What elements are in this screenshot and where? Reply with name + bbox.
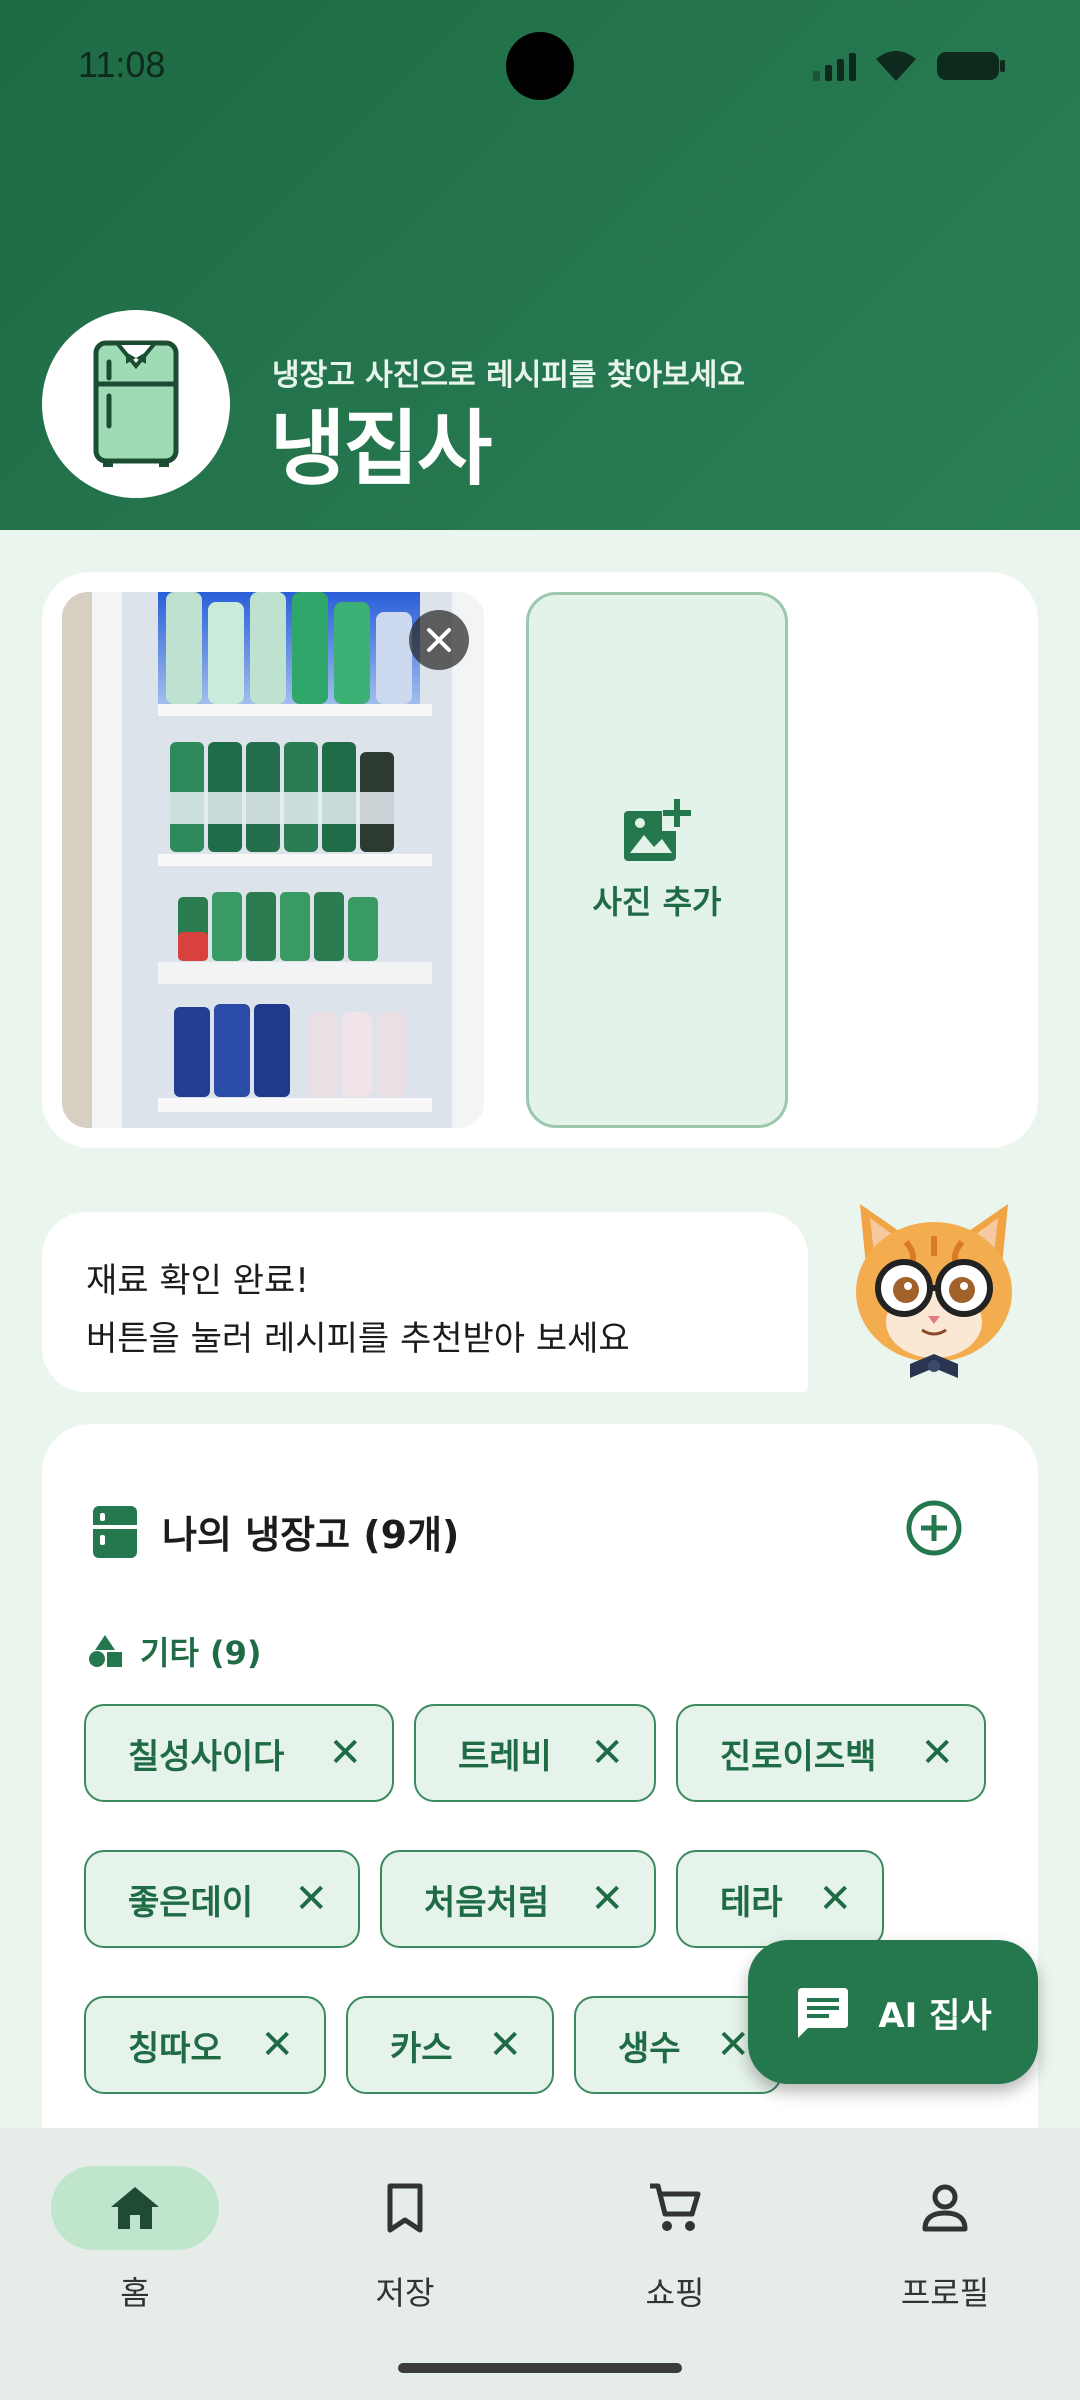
close-icon[interactable]: ✕ [488,2025,522,2065]
add-photo-button[interactable]: 사진 추가 [526,592,788,1128]
close-icon[interactable]: ✕ [328,1733,362,1773]
close-icon[interactable]: ✕ [590,1733,624,1773]
nav-icon-wrap [591,2166,759,2250]
ingredient-label: 칠성사이다 [128,1736,285,1777]
ai-butler-button[interactable]: AI 집사 [748,1940,1038,2084]
ingredient-label: 칭따오 [128,2028,222,2069]
ingredient-label: 카스 [390,2028,453,2069]
ingredient-chip[interactable]: 처음처럼 ✕ [380,1850,656,1948]
close-icon[interactable]: ✕ [716,2025,750,2065]
nav-item-home[interactable]: 홈 [0,2166,270,2316]
bottom-navigation: 홈 저장 쇼핑 프로필 [0,2128,1080,2400]
status-icons [813,46,1006,86]
my-fridge-title: 나의 냉장고 (9개) [162,1513,460,1557]
message-line-2: 버튼을 눌러 레시피를 추천받아 보세요 [86,1319,630,1359]
close-icon[interactable]: ✕ [818,1879,852,1919]
nav-item-saved[interactable]: 저장 [270,2166,540,2316]
close-icon[interactable]: ✕ [590,1879,624,1919]
signal-icon [813,51,856,81]
app-logo [42,310,230,498]
app-title: 냉집사 [270,402,492,497]
app-header: 11:08 냉장고 사진으로 레시피를 찾아보세요 냉집사 [0,0,1080,530]
category-shapes-icon [89,1635,122,1667]
fridge-photo[interactable] [62,592,484,1128]
close-icon[interactable]: ✕ [260,2025,294,2065]
ingredient-label: 좋은데이 [128,1882,254,1923]
ingredient-chip[interactable]: 좋은데이 ✕ [84,1850,360,1948]
remove-photo-button[interactable] [409,610,469,670]
person-icon [922,2184,968,2232]
nav-label-profile: 프로필 [900,2274,990,2312]
nav-label-shopping: 쇼핑 [645,2274,705,2312]
nav-item-profile[interactable]: 프로필 [810,2166,1080,2316]
category-label: 기타 (9) [140,1634,262,1672]
home-icon [111,2187,159,2229]
photo-card: 사진 추가 [42,572,1038,1148]
add-photo-icon [624,799,692,861]
status-time: 11:08 [78,44,166,85]
wifi-icon [874,49,918,83]
fridge-icon [93,1505,137,1558]
nav-active-indicator [51,2166,219,2250]
ingredient-label: 테라 [720,1882,783,1923]
camera-cutout [506,32,574,100]
nav-icon-wrap [861,2166,1029,2250]
my-fridge-header: 나의 냉장고 (9개) [92,1504,459,1559]
nav-label-home: 홈 [120,2274,150,2312]
add-photo-label: 사진 추가 [592,883,722,921]
ai-butler-label: AI 집사 [878,1995,992,2036]
ingredient-chip[interactable]: 칭따오 ✕ [84,1996,326,2094]
fridge-butler-icon [93,340,179,467]
butler-message-bubble: 재료 확인 완료! 버튼을 눌러 레시피를 추천받아 보세요 [42,1212,808,1392]
home-indicator[interactable] [398,2363,682,2373]
close-icon [427,628,451,652]
ingredient-chip[interactable]: 트레비 ✕ [414,1704,656,1802]
ingredient-label: 트레비 [458,1736,552,1777]
ingredient-chip[interactable]: 카스 ✕ [346,1996,554,2094]
bookmark-icon [387,2183,423,2233]
category-header: 기타 (9) [88,1628,262,1674]
ingredient-label: 생수 [618,2028,681,2069]
nav-icon-wrap [321,2166,489,2250]
add-ingredient-button[interactable] [904,1498,964,1558]
ingredient-chip[interactable]: 칠성사이다 ✕ [84,1704,394,1802]
ingredient-label: 진로이즈백 [720,1736,877,1777]
battery-icon [936,50,1006,82]
cart-icon [650,2183,701,2231]
ingredient-label: 처음처럼 [424,1882,550,1923]
chat-icon [798,1988,849,2038]
nav-item-shopping[interactable]: 쇼핑 [540,2166,810,2316]
ingredient-chip[interactable]: 테라 ✕ [676,1850,884,1948]
close-icon[interactable]: ✕ [920,1733,954,1773]
nav-label-saved: 저장 [375,2274,435,2312]
add-circle-icon [906,1500,962,1556]
cat-butler-avatar [846,1196,1022,1380]
message-line-1: 재료 확인 완료! [86,1261,309,1301]
status-bar: 11:08 [0,0,1080,140]
ingredient-chip[interactable]: 진로이즈백 ✕ [676,1704,986,1802]
close-icon[interactable]: ✕ [294,1879,328,1919]
